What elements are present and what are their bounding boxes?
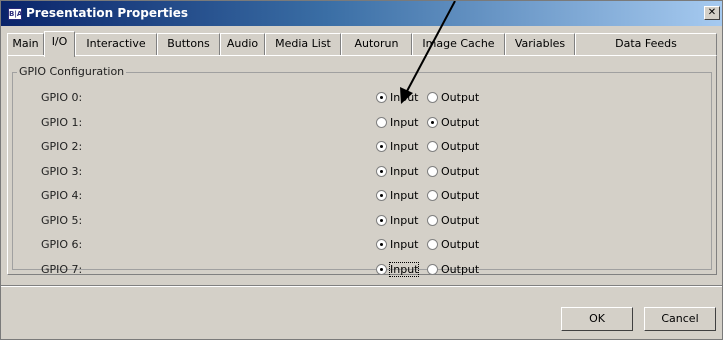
radio-circle	[427, 141, 438, 152]
gpio-input-radio[interactable]: Input	[376, 261, 420, 277]
input-label: Input	[390, 238, 419, 251]
window-title: Presentation Properties	[26, 6, 189, 20]
gpio-input-radio[interactable]: Input	[376, 116, 418, 130]
input-label: Input	[390, 115, 419, 129]
tab-io[interactable]: I/O	[44, 31, 75, 57]
gpio-label: GPIO 1:	[41, 115, 83, 129]
radio-circle	[427, 116, 438, 128]
input-label: Input	[390, 140, 419, 153]
radio-circle	[376, 116, 387, 128]
radio-circle	[427, 239, 438, 250]
radio-circle	[376, 263, 387, 275]
gpio-input-radio[interactable]: Input	[376, 140, 418, 154]
gpio-output-radio[interactable]: Output	[427, 238, 479, 252]
gpio-output-radio[interactable]: Output	[427, 189, 479, 203]
input-label: Input	[390, 164, 419, 178]
output-label: Output	[441, 164, 480, 178]
app-logo-icon: B|A	[8, 8, 23, 20]
close-icon: ✕	[707, 7, 717, 18]
input-label: Input	[390, 213, 419, 227]
gpio-row: GPIO 1: Input Output	[13, 114, 711, 132]
gpio-label: GPIO 5:	[41, 213, 83, 227]
gpio-row: GPIO 6: Input Output	[13, 236, 711, 254]
gpio-label: GPIO 2:	[41, 140, 83, 153]
gpio-label: GPIO 4:	[41, 189, 83, 202]
gpio-input-radio[interactable]: Input	[376, 165, 418, 179]
gpio-label: GPIO 3:	[41, 164, 83, 178]
gpio-label: GPIO 6:	[41, 238, 83, 251]
gpio-row: GPIO 3: Input Output	[13, 163, 711, 181]
radio-circle	[376, 190, 387, 201]
presentation-properties-dialog: B|A Presentation Properties ✕ Main I/O I…	[0, 0, 723, 340]
gpio-label: GPIO 7:	[41, 262, 83, 276]
tab-interactive[interactable]: Interactive	[75, 33, 157, 55]
gpio-row: GPIO 5: Input Output	[13, 212, 711, 230]
tab-data-feeds[interactable]: Data Feeds	[575, 33, 717, 55]
gpio-output-radio[interactable]: Output	[427, 91, 479, 105]
radio-circle	[427, 263, 438, 275]
gpio-output-radio[interactable]: Output	[427, 214, 479, 228]
gpio-row: GPIO 0: Input Output	[13, 89, 711, 107]
tab-main[interactable]: Main	[7, 33, 44, 55]
gpio-row: GPIO 4: Input Output	[13, 187, 711, 205]
gpio-input-radio[interactable]: Input	[376, 238, 418, 252]
tab-strip: Main I/O Interactive Buttons Audio Media…	[7, 31, 717, 57]
output-label: Output	[441, 213, 480, 227]
radio-circle	[427, 165, 438, 177]
gpio-row: GPIO 7: Input Output	[13, 261, 711, 279]
title-bar[interactable]: B|A Presentation Properties ✕	[1, 1, 722, 26]
tab-autorun[interactable]: Autorun	[341, 33, 412, 55]
output-label: Output	[441, 189, 480, 202]
tab-image-cache[interactable]: Image Cache	[412, 33, 505, 55]
gpio-input-radio[interactable]: Input	[376, 189, 418, 203]
gpio-input-radio[interactable]: Input	[376, 91, 418, 105]
tab-audio[interactable]: Audio	[220, 33, 265, 55]
radio-circle	[376, 165, 387, 177]
cancel-button[interactable]: Cancel	[644, 307, 716, 331]
radio-circle	[427, 214, 438, 226]
input-label: Input	[390, 91, 419, 104]
input-label: Input	[388, 261, 420, 277]
output-label: Output	[441, 238, 480, 251]
gpio-label: GPIO 0:	[41, 91, 83, 104]
output-label: Output	[441, 91, 480, 104]
gpio-row: GPIO 2: Input Output	[13, 138, 711, 156]
gpio-output-radio[interactable]: Output	[427, 263, 479, 277]
radio-circle	[376, 214, 387, 226]
radio-circle	[376, 92, 387, 103]
output-label: Output	[441, 140, 480, 153]
input-label: Input	[390, 189, 419, 202]
radio-circle	[376, 239, 387, 250]
gpio-input-radio[interactable]: Input	[376, 214, 418, 228]
group-title: GPIO Configuration	[17, 65, 127, 78]
footer-divider	[1, 285, 722, 287]
io-tab-page: GPIO Configuration GPIO 0: Input Output GPI…	[7, 55, 717, 277]
output-label: Output	[441, 262, 480, 276]
tab-variables[interactable]: Variables	[505, 33, 575, 55]
gpio-output-radio[interactable]: Output	[427, 165, 479, 179]
ok-button[interactable]: OK	[561, 307, 633, 331]
radio-circle	[427, 190, 438, 201]
output-label: Output	[441, 115, 480, 129]
gpio-configuration-group: GPIO Configuration GPIO 0: Input Output GPI…	[12, 65, 712, 277]
tab-media-list[interactable]: Media List	[265, 33, 341, 55]
radio-circle	[427, 92, 438, 103]
radio-circle	[376, 141, 387, 152]
gpio-output-radio[interactable]: Output	[427, 116, 479, 130]
close-button[interactable]: ✕	[704, 6, 720, 20]
tab-buttons[interactable]: Buttons	[157, 33, 220, 55]
gpio-output-radio[interactable]: Output	[427, 140, 479, 154]
